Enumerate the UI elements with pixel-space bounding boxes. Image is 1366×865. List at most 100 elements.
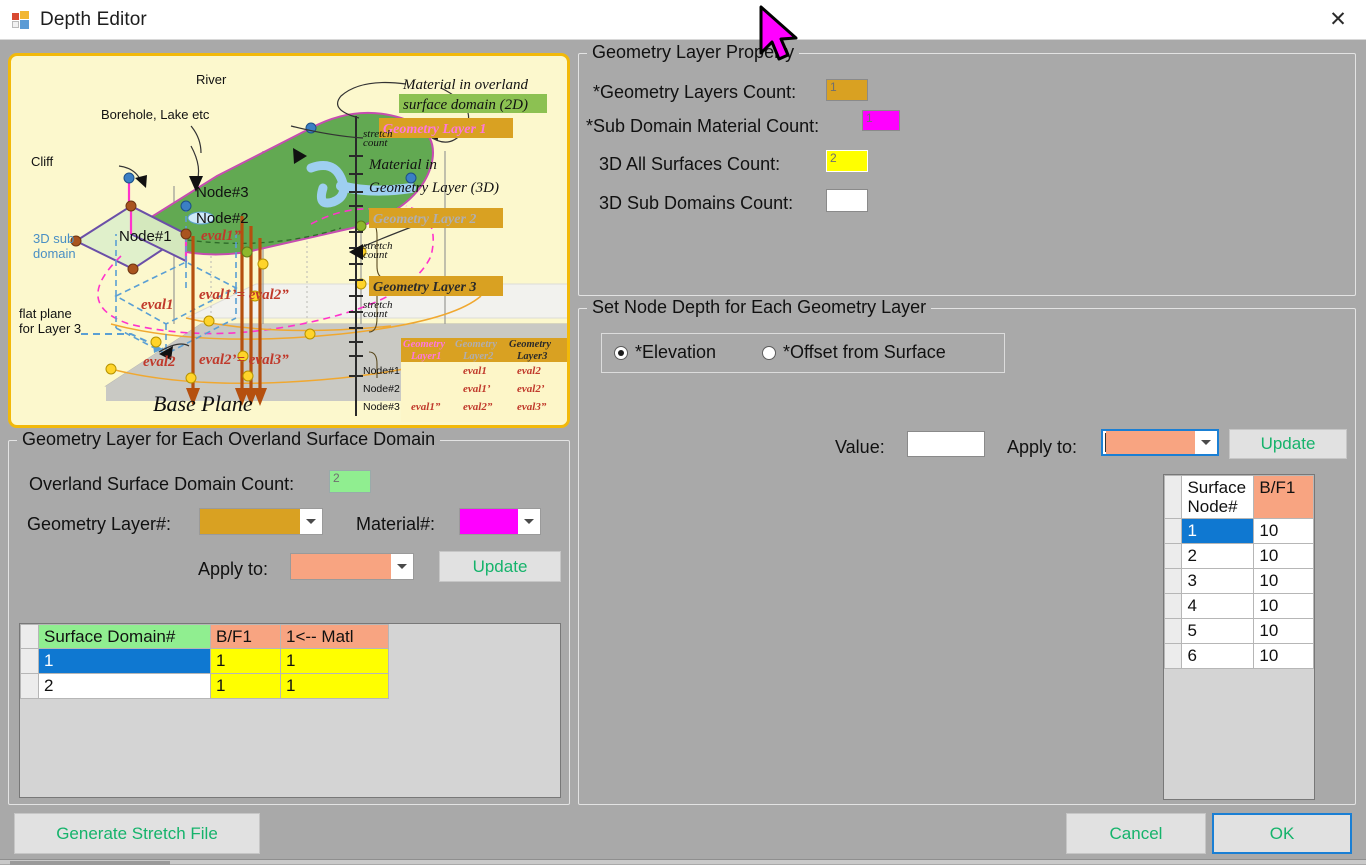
overland-surface-domain-legend: Geometry Layer for Each Overland Surface… xyxy=(17,429,441,450)
cell-surface-domain[interactable]: 2 xyxy=(38,673,211,700)
cell-bf1[interactable]: 1 xyxy=(210,648,281,675)
svg-text:Layer3: Layer3 xyxy=(516,351,547,362)
col-header-surface-node[interactable]: Surface Node# xyxy=(1181,475,1255,520)
table-row: 4 10 xyxy=(1164,593,1314,620)
radio-offset-dot[interactable] xyxy=(762,345,776,360)
chevron-down-icon[interactable] xyxy=(391,554,413,579)
table-row: 1 10 xyxy=(1164,518,1314,545)
table-row: 6 10 xyxy=(1164,643,1314,670)
diagram-label-river: River xyxy=(196,72,227,87)
chevron-down-icon[interactable] xyxy=(1195,431,1217,454)
sub-domains-count-label: 3D Sub Domains Count: xyxy=(599,193,794,213)
sub-domains-count-field[interactable] xyxy=(826,189,868,212)
overland-apply-to-combobox[interactable] xyxy=(290,553,414,580)
col-header-surface-node-label: Surface Node# xyxy=(1187,478,1247,517)
update-depth-button[interactable]: Update xyxy=(1229,429,1347,459)
radio-elevation[interactable]: *Elevation xyxy=(614,342,716,363)
table-row: 3 10 xyxy=(1164,568,1314,595)
cell-surface-node[interactable]: 6 xyxy=(1181,643,1255,670)
chevron-down-icon[interactable] xyxy=(518,509,540,534)
row-header-cell[interactable] xyxy=(1164,618,1183,645)
apply-to-combobox[interactable] xyxy=(1101,429,1219,456)
geometry-layer-property-group: Geometry Layer Property *Geometry Layers… xyxy=(578,42,1356,296)
cell-matl[interactable]: 1 xyxy=(280,648,389,675)
svg-text:Geometry: Geometry xyxy=(509,339,551,350)
row-header-cell[interactable] xyxy=(20,673,39,700)
table-header-row: Surface Domain# B/F1 1<-- Matl xyxy=(20,624,389,650)
row-header-cell xyxy=(1164,475,1183,520)
update-overland-button[interactable]: Update xyxy=(439,551,561,582)
svg-text:Node#3: Node#3 xyxy=(363,401,400,413)
cell-bf1[interactable]: 10 xyxy=(1253,543,1314,570)
cell-surface-node[interactable]: 3 xyxy=(1181,568,1255,595)
title-bar: Depth Editor ✕ xyxy=(0,0,1366,40)
overland-count-label: Overland Surface Domain Count: xyxy=(29,474,295,494)
geometry-layers-count-field[interactable]: 1 xyxy=(826,79,868,101)
row-header-cell[interactable] xyxy=(1164,643,1183,670)
cell-bf1[interactable]: 10 xyxy=(1253,618,1314,645)
cell-bf1[interactable]: 1 xyxy=(210,673,281,700)
overland-apply-to-label: Apply to: xyxy=(198,559,269,579)
cell-bf1[interactable]: 10 xyxy=(1253,518,1314,545)
cell-surface-node[interactable]: 4 xyxy=(1181,593,1255,620)
diagram-label-material3d-2: Geometry Layer (3D) xyxy=(369,180,499,196)
row-header-cell[interactable] xyxy=(20,648,39,675)
row-header-cell xyxy=(20,624,39,650)
row-header-cell[interactable] xyxy=(1164,568,1183,595)
diagram-label-borehole: Borehole, Lake etc xyxy=(101,107,210,122)
cell-bf1[interactable]: 10 xyxy=(1253,568,1314,595)
col-header-bf1[interactable]: B/F1 xyxy=(1253,475,1314,520)
row-header-cell[interactable] xyxy=(1164,593,1183,620)
generate-stretch-file-button[interactable]: Generate Stretch File xyxy=(14,813,260,854)
svg-text:eval1’: eval1’ xyxy=(463,383,491,395)
cell-bf1[interactable]: 10 xyxy=(1253,643,1314,670)
row-header-cell[interactable] xyxy=(1164,543,1183,570)
svg-text:Layer1: Layer1 xyxy=(410,351,441,362)
cell-matl[interactable]: 1 xyxy=(280,673,389,700)
diagram-label-eval1pp: eval1” xyxy=(201,228,241,244)
taskbar-chip xyxy=(10,861,170,865)
svg-text:Layer2: Layer2 xyxy=(462,351,494,362)
surface-node-depth-grid[interactable]: Surface Node# B/F1 1 10 2 10 3 10 4 10 5… xyxy=(1163,474,1315,800)
sub-domain-material-count-field[interactable]: 1 xyxy=(862,110,900,131)
cancel-button[interactable]: Cancel xyxy=(1066,813,1206,854)
table-row: 2 10 xyxy=(1164,543,1314,570)
depth-mode-radio-group: *Elevation *Offset from Surface xyxy=(601,333,1005,373)
col-header-matl-label: 1<-- Matl xyxy=(286,627,354,646)
cell-bf1[interactable]: 10 xyxy=(1253,593,1314,620)
all-surfaces-count-field[interactable]: 2 xyxy=(826,150,868,172)
diagram-label-material2d-2: surface domain (2D) xyxy=(403,97,528,113)
chevron-down-icon[interactable] xyxy=(300,509,322,534)
geometry-layer-combobox[interactable] xyxy=(199,508,323,535)
diagram-label-3dsub-2: domain xyxy=(33,246,76,261)
row-header-cell[interactable] xyxy=(1164,518,1183,545)
col-header-surface-domain-label: Surface Domain# xyxy=(44,627,176,646)
overland-surface-domain-group: Geometry Layer for Each Overland Surface… xyxy=(8,429,570,805)
col-header-matl[interactable]: 1<-- Matl xyxy=(280,624,389,650)
material-combobox[interactable] xyxy=(459,508,541,535)
cell-surface-domain[interactable]: 1 xyxy=(38,648,211,675)
overland-count-field[interactable]: 2 xyxy=(329,470,371,493)
radio-elevation-dot[interactable] xyxy=(614,345,628,360)
all-surfaces-count-label: 3D All Surfaces Count: xyxy=(599,154,781,174)
material-number-label: Material#: xyxy=(356,514,436,534)
value-input[interactable] xyxy=(907,431,985,457)
cell-surface-node[interactable]: 2 xyxy=(1181,543,1255,570)
col-header-bf1-label: B/F1 xyxy=(1259,478,1296,497)
svg-text:eval2”: eval2” xyxy=(463,401,493,413)
close-icon[interactable]: ✕ xyxy=(1310,0,1366,39)
geometry-layers-count-label: *Geometry Layers Count: xyxy=(593,82,797,102)
set-node-depth-legend: Set Node Depth for Each Geometry Layer xyxy=(587,297,932,318)
table-row: 1 1 1 xyxy=(20,648,389,675)
diagram-label-count-1: count xyxy=(363,137,388,149)
surface-domain-grid[interactable]: Surface Domain# B/F1 1<-- Matl 1 1 1 2 1… xyxy=(19,623,561,798)
cell-surface-node[interactable]: 1 xyxy=(1181,518,1255,545)
col-header-surface-domain[interactable]: Surface Domain# xyxy=(38,624,211,650)
app-tiles-icon xyxy=(12,10,30,29)
geometry-layer-value xyxy=(200,509,300,534)
material-value xyxy=(460,509,518,534)
ok-button[interactable]: OK xyxy=(1212,813,1352,854)
radio-offset-from-surface[interactable]: *Offset from Surface xyxy=(762,342,946,363)
cell-surface-node[interactable]: 5 xyxy=(1181,618,1255,645)
col-header-bf1[interactable]: B/F1 xyxy=(210,624,281,650)
